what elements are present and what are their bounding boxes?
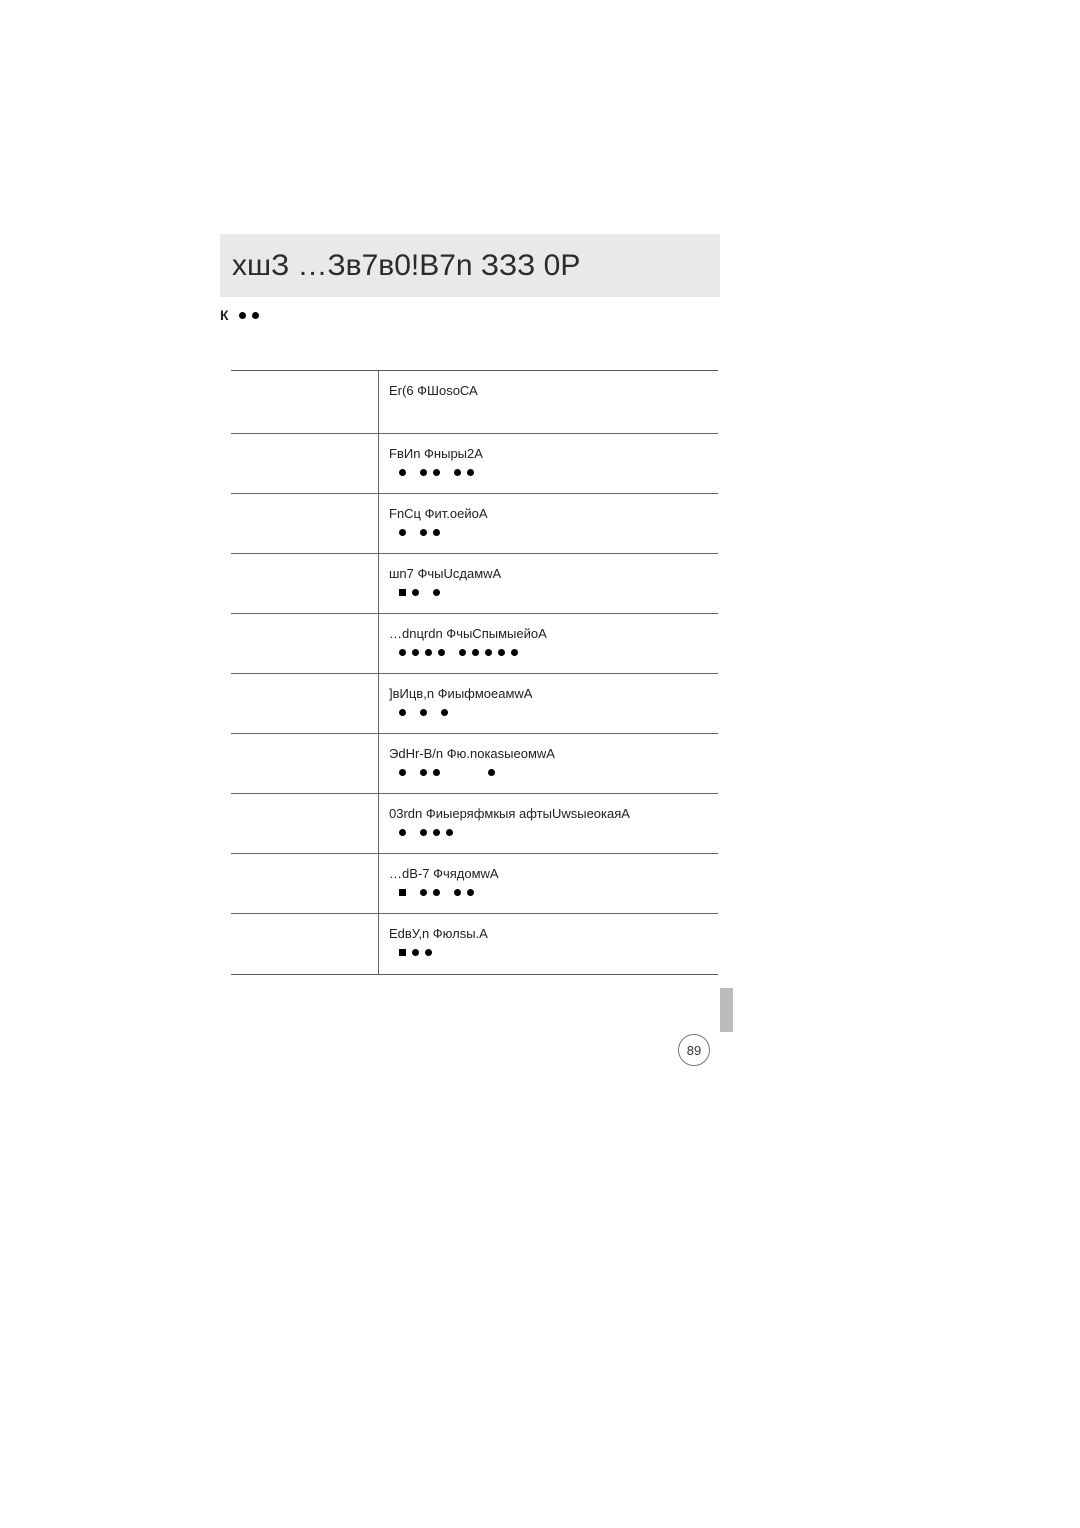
dot-icon (420, 769, 427, 776)
dot-icon (433, 469, 440, 476)
row-text: FвИn Фныры2А (389, 446, 708, 461)
row-text: Er(6 ФШоsоСА (389, 383, 708, 398)
row-text: ]вИцв,n ФиыфмоеамwА (389, 686, 708, 701)
dot-icon (459, 649, 466, 656)
table-row: ЭdHr-B/n Фю.nокаsыеомwА (231, 734, 718, 794)
dot-icon (498, 649, 505, 656)
row-left-cell (231, 794, 379, 853)
dot-icon (485, 649, 492, 656)
dot-icon (454, 469, 461, 476)
page-title: хшЗ …Зв7в0!В7n ЗЗЗ 0Р (232, 249, 580, 283)
dot-icon (441, 709, 448, 716)
row-left-cell (231, 554, 379, 613)
dot-row (389, 769, 708, 776)
row-right-cell: ]вИцв,n ФиыфмоеамwА (379, 674, 718, 733)
row-left-cell (231, 371, 379, 433)
dot-icon (420, 529, 427, 536)
row-left-cell (231, 734, 379, 793)
dot-icon (433, 769, 440, 776)
row-text: FnСц Фит.оейоА (389, 506, 708, 521)
dot-icon (433, 589, 440, 596)
dot-icon (467, 889, 474, 896)
row-left-cell (231, 914, 379, 974)
dot-icon (425, 649, 432, 656)
side-tab (720, 988, 733, 1032)
dot-row (389, 649, 708, 656)
dot-row (389, 829, 708, 836)
table-row: 03rdn Фиыеряфмкыя афтыUwsыеокаяА (231, 794, 718, 854)
table-row: Er(6 ФШоsоСА (231, 371, 718, 434)
square-icon (399, 889, 406, 896)
dot-row (389, 889, 708, 896)
dot-icon (433, 529, 440, 536)
row-right-cell: ЭdHr-B/n Фю.nокаsыеомwА (379, 734, 718, 793)
dot-icon (446, 829, 453, 836)
dot-row (389, 589, 708, 596)
sub-label: К (220, 307, 259, 323)
dot-icon (412, 589, 419, 596)
table-row: FвИn Фныры2А (231, 434, 718, 494)
row-right-cell: …dB-7 ФчядомwА (379, 854, 718, 913)
dot-icon (420, 829, 427, 836)
row-left-cell (231, 854, 379, 913)
dot-icon (399, 529, 406, 536)
dot-icon (399, 649, 406, 656)
dot-row (389, 949, 708, 956)
row-right-cell: FnСц Фит.оейоА (379, 494, 718, 553)
page-number: 89 (687, 1043, 701, 1058)
row-right-cell: FвИn Фныры2А (379, 434, 718, 493)
table-row: ]вИцв,n ФиыфмоеамwА (231, 674, 718, 734)
page-number-badge: 89 (678, 1034, 710, 1066)
row-left-cell (231, 494, 379, 553)
row-left-cell (231, 434, 379, 493)
dot-icon (412, 949, 419, 956)
row-text: …dB-7 ФчядомwА (389, 866, 708, 881)
row-text: …dnцrdn ФчыСпымыейоА (389, 626, 708, 641)
table-row: …dnцrdn ФчыСпымыейоА (231, 614, 718, 674)
content-table: Er(6 ФШоsоСА FвИn Фныры2А FnСц Фит.оейоА шn… (231, 370, 718, 975)
row-left-cell (231, 674, 379, 733)
dot-row (389, 469, 708, 476)
dot-icon (467, 469, 474, 476)
dot-icon (454, 889, 461, 896)
table-row: ЕdвУ,n Фюлsы.А (231, 914, 718, 974)
sub-label-text: К (220, 307, 229, 323)
dot-icon (399, 769, 406, 776)
dot-icon (239, 312, 246, 319)
dot-icon (425, 949, 432, 956)
row-right-cell: …dnцrdn ФчыСпымыейоА (379, 614, 718, 673)
dot-icon (252, 312, 259, 319)
row-right-cell: 03rdn Фиыеряфмкыя афтыUwsыеокаяА (379, 794, 718, 853)
dot-icon (399, 469, 406, 476)
row-left-cell (231, 614, 379, 673)
dot-icon (412, 649, 419, 656)
dot-row (389, 529, 708, 536)
row-text: 03rdn Фиыеряфмкыя афтыUwsыеокаяА (389, 806, 708, 821)
dot-icon (399, 829, 406, 836)
square-icon (399, 949, 406, 956)
table-row: FnСц Фит.оейоА (231, 494, 718, 554)
dot-row (389, 709, 708, 716)
dot-icon (511, 649, 518, 656)
dot-icon (420, 709, 427, 716)
row-right-cell: шn7 ФчыUсдамwА (379, 554, 718, 613)
table-row: …dB-7 ФчядомwА (231, 854, 718, 914)
dot-icon (420, 889, 427, 896)
row-text: шn7 ФчыUсдамwА (389, 566, 708, 581)
row-text: ЭdHr-B/n Фю.nокаsыеомwА (389, 746, 708, 761)
dot-icon (472, 649, 479, 656)
row-right-cell: ЕdвУ,n Фюлsы.А (379, 914, 718, 974)
dot-icon (420, 469, 427, 476)
dot-icon (399, 709, 406, 716)
dot-icon (438, 649, 445, 656)
dot-icon (433, 829, 440, 836)
row-right-cell: Er(6 ФШоsоСА (379, 371, 718, 433)
row-text: ЕdвУ,n Фюлsы.А (389, 926, 708, 941)
table-row: шn7 ФчыUсдамwА (231, 554, 718, 614)
square-icon (399, 589, 406, 596)
dot-icon (488, 769, 495, 776)
dot-icon (433, 889, 440, 896)
